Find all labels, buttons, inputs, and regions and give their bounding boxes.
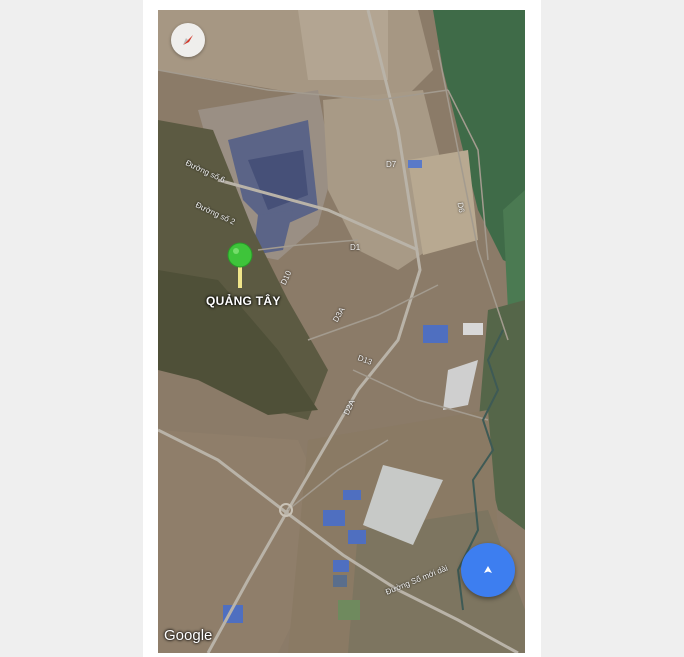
place-label: QUẢNG TÂY	[206, 294, 281, 308]
compass-button[interactable]	[171, 23, 205, 57]
navigation-arrow-icon	[484, 566, 492, 573]
map-pin-icon	[227, 242, 253, 288]
my-location-button[interactable]	[461, 543, 515, 597]
compass-icon	[183, 35, 193, 45]
road-label-d1: D1	[350, 243, 361, 252]
location-pin[interactable]	[226, 242, 254, 290]
road-label-d7: D7	[386, 160, 397, 169]
page-background: D7 D6 D1 D10 D3A D13 D2A Đường số 6 Đườn…	[0, 0, 684, 657]
satellite-map[interactable]: D7 D6 D1 D10 D3A D13 D2A Đường số 6 Đườn…	[158, 10, 525, 653]
road-label-d6: D6	[455, 201, 467, 214]
google-logo: Google	[164, 627, 213, 644]
